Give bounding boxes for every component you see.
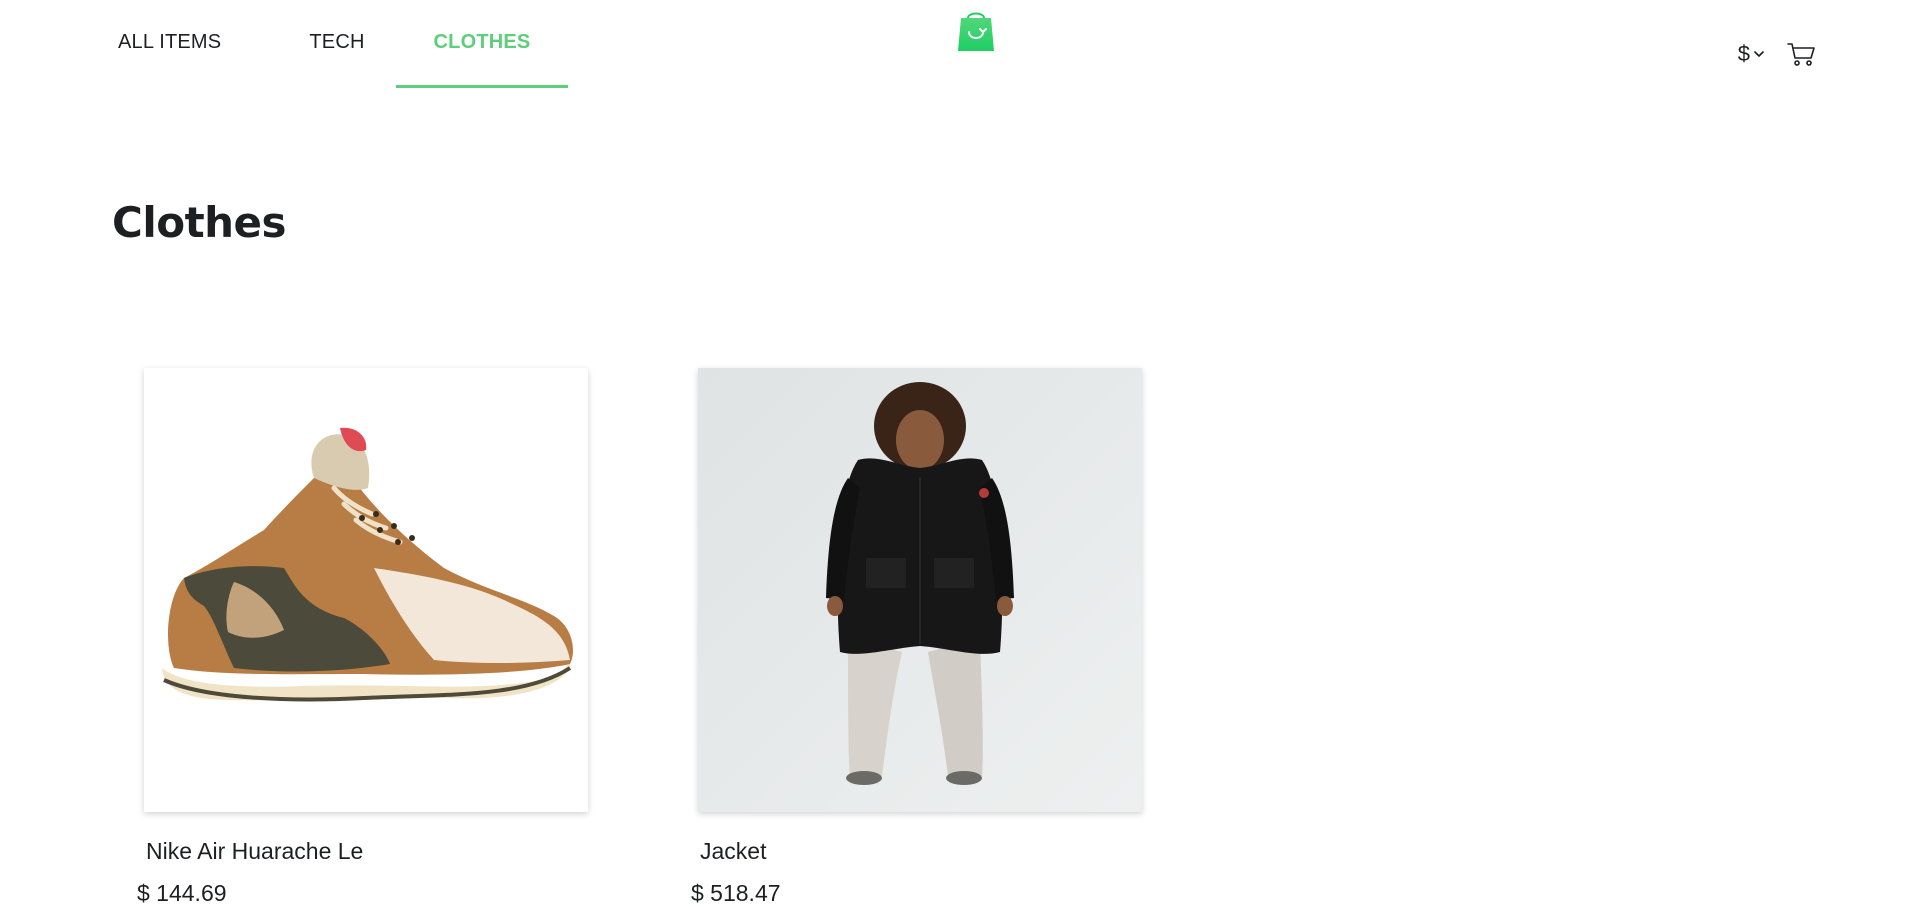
- product-name: Jacket: [700, 838, 767, 864]
- product-price: $ 518.47: [691, 880, 781, 906]
- page-title: Clothes: [112, 198, 287, 247]
- jacket-photo: [698, 368, 1142, 812]
- cart-icon[interactable]: [1786, 39, 1816, 69]
- header-actions: $: [1738, 36, 1816, 72]
- nav-all-items[interactable]: ALL ITEMS: [98, 0, 278, 88]
- sneaker-photo: [144, 368, 588, 812]
- nav-tech[interactable]: TECH: [278, 0, 396, 88]
- nav-clothes[interactable]: CLOTHES: [396, 0, 568, 88]
- header: ALL ITEMS TECH CLOTHES $: [0, 0, 1920, 90]
- chevron-down-icon: [1754, 51, 1764, 57]
- product-name: Nike Air Huarache Le: [146, 838, 364, 864]
- currency-symbol: $: [1737, 41, 1750, 66]
- product-image[interactable]: [698, 368, 1142, 812]
- shopping-bag-icon[interactable]: [956, 10, 996, 52]
- product-price: $ 144.69: [137, 880, 227, 906]
- product-image[interactable]: [144, 368, 588, 812]
- category-nav: ALL ITEMS TECH CLOTHES: [98, 0, 568, 88]
- currency-switcher[interactable]: $: [1738, 41, 1764, 67]
- product-card[interactable]: Nike Air Huarache Le $ 144.69: [137, 368, 588, 906]
- product-card[interactable]: Jacket $ 518.47: [691, 368, 1142, 906]
